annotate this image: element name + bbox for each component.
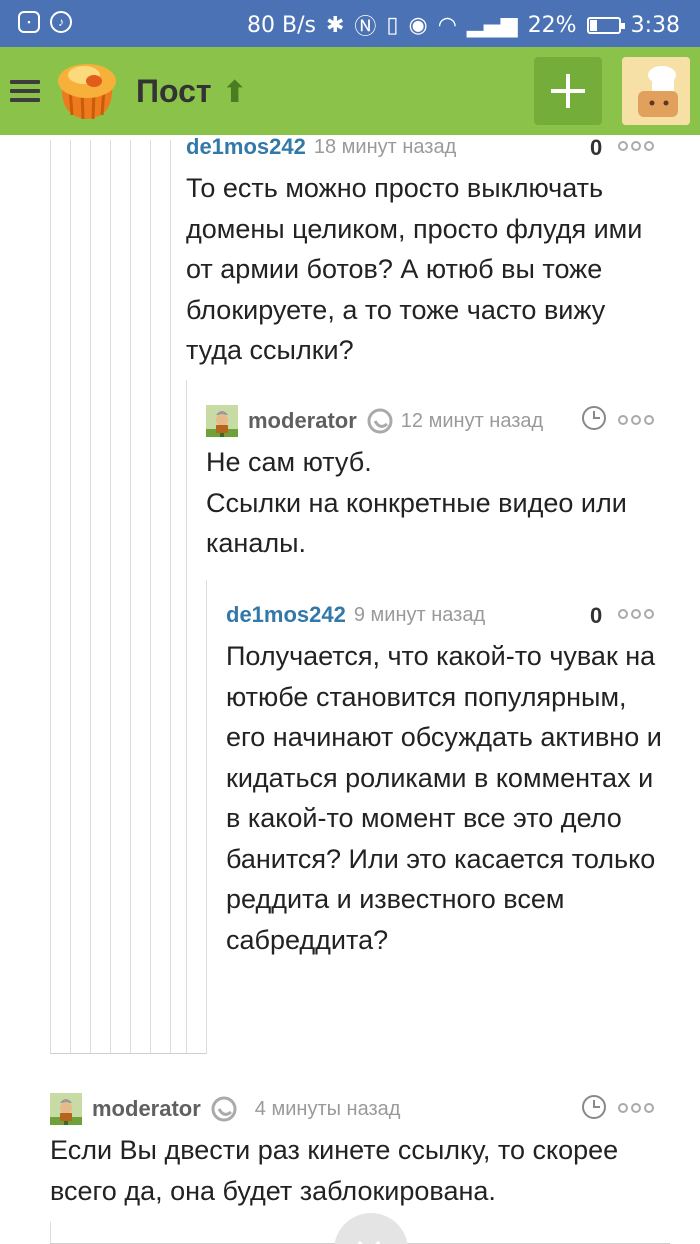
more-options-icon[interactable] <box>618 141 654 151</box>
thread-line-end <box>50 1053 206 1054</box>
thread-line <box>170 140 171 1054</box>
comment: de1mos242 9 минут назад Получается, что … <box>226 600 666 960</box>
more-options-icon[interactable] <box>618 609 654 619</box>
moderator-avatar-icon[interactable] <box>50 1093 82 1125</box>
moderator-avatar-icon[interactable] <box>206 405 238 437</box>
thread-line <box>50 1222 51 1244</box>
comment: moderator 12 минут назад Не сам ютуб. Сс… <box>206 405 680 564</box>
clock-time: 3:38 <box>630 12 680 38</box>
app-notification-icon: ▪ <box>18 11 40 33</box>
eye-icon: ◉ <box>408 12 428 38</box>
comment-text: То есть можно просто выключать домены це… <box>186 173 643 365</box>
user-avatar[interactable] <box>622 57 690 125</box>
battery-percent: 22% <box>527 12 577 38</box>
thread-line <box>110 140 111 1054</box>
thread-line <box>70 140 71 1054</box>
clock-icon <box>582 1095 606 1119</box>
moderator-badge-icon <box>367 408 393 434</box>
app-bar: Пост ⬆ <box>0 47 700 135</box>
comment-time: 9 минут назад <box>353 603 486 626</box>
more-options-icon[interactable] <box>618 1103 654 1113</box>
arrow-up-icon[interactable]: ⬆ <box>222 75 247 110</box>
vibrate-icon: ▯ <box>386 12 399 38</box>
collapse-thread-button[interactable] <box>334 1213 408 1244</box>
moderator-badge-icon <box>211 1096 237 1122</box>
thread-line <box>206 580 207 1054</box>
comment-time: 4 минуты назад <box>254 1097 401 1120</box>
page-title: Пост <box>136 73 212 109</box>
bluetooth-icon: ✱ <box>325 12 345 38</box>
signal-icon: ▂▄▆ <box>466 12 518 38</box>
comment-rating: 0 <box>590 135 603 160</box>
comment-text-line: Не сам ютуб. <box>206 447 372 477</box>
nfc-icon: Ⓝ <box>354 15 377 40</box>
add-post-button[interactable] <box>534 57 602 125</box>
thread-line <box>90 140 91 1054</box>
comment-rating: 0 <box>590 603 603 628</box>
comment-time: 18 минут назад <box>313 135 457 158</box>
comment-text: Если Вы двести раз кинете ссылку, то ско… <box>50 1135 619 1206</box>
status-bar: ▪ ♪ 80 B/s ✱ Ⓝ ▯ ◉ ◠ ▂▄▆ 22% 3:38 <box>0 0 700 47</box>
thread-line <box>150 140 151 1054</box>
clock-icon <box>582 406 606 430</box>
comment-text: Получается, что какой-то чувак на ютюбе … <box>226 641 662 955</box>
thread-line <box>50 140 51 1054</box>
comment-text: Не сам ютуб. Ссылки на конкретные видео … <box>206 442 680 564</box>
chevron-down-icon <box>357 1231 381 1244</box>
plus-icon <box>551 74 585 108</box>
thread-line <box>186 380 187 1054</box>
comment-author[interactable]: de1mos242 <box>226 602 346 628</box>
comment-author[interactable]: moderator <box>92 1096 201 1122</box>
comment-time: 12 минут назад <box>400 409 544 432</box>
comment: moderator 4 минуты назад Если Вы двести … <box>50 1093 670 1211</box>
thread-line <box>130 140 131 1054</box>
pikabu-logo[interactable] <box>54 59 120 123</box>
hamburger-icon[interactable] <box>10 80 40 102</box>
comment: de1mos242 18 минут назад То есть можно п… <box>186 132 660 371</box>
wifi-icon: ◠ <box>437 12 457 38</box>
network-speed: 80 B/s <box>246 12 316 38</box>
more-options-icon[interactable] <box>618 415 654 425</box>
battery-icon <box>586 16 625 34</box>
comment-author[interactable]: moderator <box>248 408 357 434</box>
music-note-icon: ♪ <box>50 11 72 33</box>
comment-text-line: Ссылки на конкретные видео или каналы. <box>206 487 627 559</box>
comment-author[interactable]: de1mos242 <box>186 134 306 160</box>
